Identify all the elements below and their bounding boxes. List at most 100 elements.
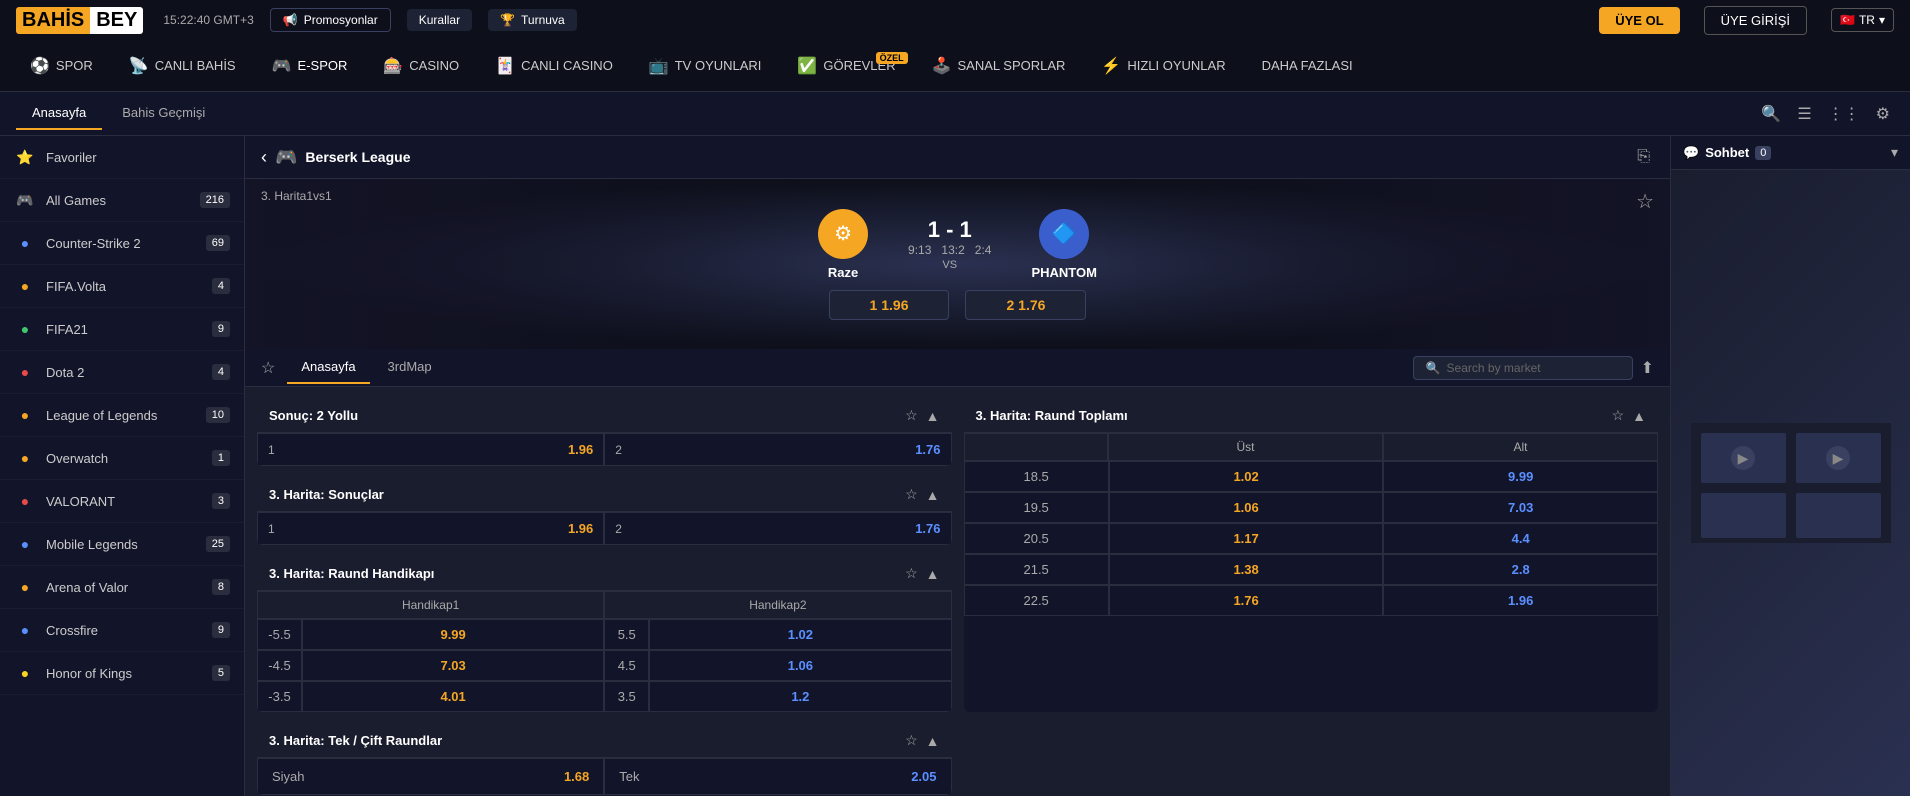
tournament-button[interactable]: 🏆 Turnuva <box>488 9 577 31</box>
register-button[interactable]: ÜYE OL <box>1599 7 1679 34</box>
sidebar-item-all-games[interactable]: 🎮 All Games 216 <box>0 179 244 222</box>
raund-ust-21.5[interactable]: 1.38 <box>1109 554 1384 585</box>
list-view-button[interactable]: ☰ <box>1793 100 1815 128</box>
tek-cift-siyah[interactable]: Siyah 1.68 <box>257 758 604 795</box>
score-d2: 13:2 <box>941 243 964 257</box>
login-button[interactable]: ÜYE GİRİŞİ <box>1704 6 1807 35</box>
sidebar-item-fifa21[interactable]: ● FIFA21 9 <box>0 308 244 351</box>
chat-expand-icon[interactable]: ▾ <box>1891 144 1898 161</box>
sonuc-val2: 1.76 <box>915 442 940 457</box>
raund-alt-18.5[interactable]: 9.99 <box>1383 461 1658 492</box>
nav-item-spor[interactable]: ⚽ SPOR <box>16 50 107 82</box>
raund-threshold-19.5: 19.5 <box>964 492 1109 523</box>
sidebar-item-crossfire[interactable]: ● Crossfire 9 <box>0 609 244 652</box>
tab-3rdmap[interactable]: 3rdMap <box>374 351 446 384</box>
score-block: 1 - 1 9:13 13:2 2:4 VS <box>908 217 991 271</box>
sonuc-odd2[interactable]: 2 1.76 <box>604 433 951 466</box>
raund-alt-22.5[interactable]: 1.96 <box>1383 585 1658 616</box>
h2-val-1[interactable]: 1.02 <box>649 619 951 650</box>
nav-item-esport[interactable]: 🎮 E-SPOR <box>258 50 362 82</box>
market-handicap-star[interactable]: ☆ <box>905 565 918 582</box>
favorite-match-button[interactable]: ☆ <box>1636 189 1654 214</box>
canli-casino-icon: 🃏 <box>495 56 515 76</box>
nav-item-canli[interactable]: 📡 CANLI BAHİS <box>115 50 250 82</box>
sec-nav-gecmis[interactable]: Bahis Geçmişi <box>106 97 221 130</box>
nav-item-canli-casino[interactable]: 🃏 CANLI CASINO <box>481 50 627 82</box>
top-bar: BAHİS BEY 15:22:40 GMT+3 📢 Promosyonlar … <box>0 0 1910 40</box>
tab-favorite-star[interactable]: ☆ <box>261 358 275 378</box>
sidebar-item-favoriler[interactable]: ⭐ Favoriler <box>0 136 244 179</box>
harita-odd2[interactable]: 2 1.76 <box>604 512 951 545</box>
market-tek-cift-star[interactable]: ☆ <box>905 732 918 749</box>
market-handicap-actions: ☆ ▲ <box>905 565 939 582</box>
sidebar-item-mobile-legends[interactable]: ● Mobile Legends 25 <box>0 523 244 566</box>
sec-nav-anasayfa[interactable]: Anasayfa <box>16 97 102 130</box>
raund-threshold-20.5: 20.5 <box>964 523 1109 554</box>
sidebar-lol-label: League of Legends <box>46 408 196 423</box>
market-handicap-collapse[interactable]: ▲ <box>926 566 940 582</box>
nav-item-casino[interactable]: 🎰 CASINO <box>369 50 473 82</box>
chat-header[interactable]: 💬 Sohbet 0 ▾ <box>1671 136 1910 170</box>
nav-tv-label: TV OYUNLARI <box>675 58 762 73</box>
raund-ust-22.5[interactable]: 1.76 <box>1109 585 1384 616</box>
raund-ust-20.5[interactable]: 1.17 <box>1109 523 1384 554</box>
back-button[interactable]: ‹ <box>261 147 267 168</box>
h2-label-1: 5.5 <box>604 619 649 650</box>
sidebar-item-csgo[interactable]: ● Counter-Strike 2 69 <box>0 222 244 265</box>
nav-daha-label: DAHA FAZLASI <box>1262 58 1353 73</box>
market-raund-collapse[interactable]: ▲ <box>1632 408 1646 424</box>
raund-alt-19.5[interactable]: 7.03 <box>1383 492 1658 523</box>
sonuc-odd1[interactable]: 1 1.96 <box>257 433 604 466</box>
spor-icon: ⚽ <box>30 56 50 76</box>
sidebar-item-arena-of-valor[interactable]: ● Arena of Valor 8 <box>0 566 244 609</box>
raund-col-headers: Üst Alt <box>964 433 1659 461</box>
sidebar-item-lol[interactable]: ● League of Legends 10 <box>0 394 244 437</box>
language-button[interactable]: 🇹🇷 TR ▾ <box>1831 8 1894 32</box>
market-harita-sonuc-star[interactable]: ☆ <box>905 486 918 503</box>
market-harita-sonuc-collapse[interactable]: ▲ <box>926 487 940 503</box>
raund-alt-21.5[interactable]: 2.8 <box>1383 554 1658 585</box>
settings-button[interactable]: ⚙ <box>1872 100 1894 128</box>
market-raund-star[interactable]: ☆ <box>1612 407 1625 424</box>
nav-esport-label: E-SPOR <box>298 58 348 73</box>
tab-anasayfa[interactable]: Anasayfa <box>287 351 369 384</box>
nav-item-tv[interactable]: 📺 TV OYUNLARI <box>635 50 776 82</box>
nav-item-sanal[interactable]: 🕹️ SANAL SPORLAR <box>918 50 1080 82</box>
promo-button[interactable]: 📢 Promosyonlar <box>270 8 391 32</box>
sidebar-item-valorant[interactable]: ● VALORANT 3 <box>0 480 244 523</box>
h1-val-1[interactable]: 9.99 <box>302 619 604 650</box>
tek-cift-tek[interactable]: Tek 2.05 <box>604 758 951 795</box>
market-tek-cift-collapse[interactable]: ▲ <box>926 733 940 749</box>
h1-val-2[interactable]: 7.03 <box>302 650 604 681</box>
banner-right-overlay <box>1100 179 1670 349</box>
h2-val-2[interactable]: 1.06 <box>649 650 951 681</box>
h2-val-3[interactable]: 1.2 <box>649 681 951 712</box>
honor-icon: ● <box>14 662 36 684</box>
sidebar-item-fifa-volta[interactable]: ● FIFA.Volta 4 <box>0 265 244 308</box>
nav-item-hizli[interactable]: ⚡ HIZLI OYUNLAR <box>1087 50 1239 82</box>
h1-val-3[interactable]: 4.01 <box>302 681 604 712</box>
copy-button[interactable]: ⎘ <box>1633 144 1654 170</box>
tek-cift-siyah-label: Siyah <box>272 769 305 784</box>
raund-alt-20.5[interactable]: 4.4 <box>1383 523 1658 554</box>
nav-item-daha[interactable]: DAHA FAZLASI <box>1248 52 1367 79</box>
raund-ust-18.5[interactable]: 1.02 <box>1109 461 1384 492</box>
market-search-box[interactable]: 🔍 Search by market <box>1413 356 1633 380</box>
odd2-num: 2 <box>1006 297 1014 313</box>
market-sonuc-collapse[interactable]: ▲ <box>926 408 940 424</box>
odd1-button[interactable]: 1 1.96 <box>829 290 950 320</box>
search-button[interactable]: 🔍 <box>1757 100 1785 128</box>
match-info: ⚙ Raze 1 - 1 9:13 13:2 2:4 VS <box>818 209 1097 320</box>
sidebar-item-dota2[interactable]: ● Dota 2 4 <box>0 351 244 394</box>
grid-view-button[interactable]: ⋮⋮ <box>1824 100 1864 128</box>
rules-button[interactable]: Kurallar <box>407 9 472 31</box>
odd2-button[interactable]: 2 1.76 <box>965 290 1086 320</box>
collapse-all-button[interactable]: ⬆ <box>1641 358 1654 378</box>
harita-odd1[interactable]: 1 1.96 <box>257 512 604 545</box>
sidebar-item-overwatch[interactable]: ● Overwatch 1 <box>0 437 244 480</box>
sidebar-item-honor-of-kings[interactable]: ● Honor of Kings 5 <box>0 652 244 695</box>
nav-item-gorevler[interactable]: ✅ GÖREVLER ÖZEL <box>783 50 909 82</box>
market-sonuc-star[interactable]: ☆ <box>905 407 918 424</box>
team2-name: PHANTOM <box>1031 265 1096 280</box>
raund-ust-19.5[interactable]: 1.06 <box>1109 492 1384 523</box>
